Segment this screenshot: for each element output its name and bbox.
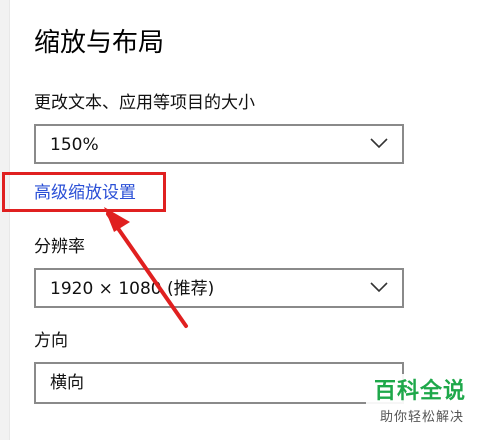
- watermark-title: 百科全说: [374, 379, 467, 404]
- orientation-label: 方向: [34, 331, 68, 351]
- orientation-dropdown[interactable]: 横向: [34, 362, 404, 404]
- section-title: 缩放与布局: [34, 28, 165, 58]
- left-edge-strip: [0, 0, 10, 440]
- chevron-down-icon: [370, 138, 388, 149]
- chevron-down-icon: [370, 282, 388, 293]
- resolution-label: 分辨率: [34, 237, 85, 257]
- resolution-dropdown[interactable]: 1920 × 1080 (推荐): [34, 268, 404, 308]
- resolution-dropdown-value: 1920 × 1080 (推荐): [50, 279, 215, 299]
- orientation-dropdown-value: 横向: [50, 373, 84, 393]
- scale-label: 更改文本、应用等项目的大小: [34, 93, 255, 113]
- scale-dropdown[interactable]: 150%: [34, 124, 404, 164]
- scale-dropdown-value: 150%: [50, 135, 99, 155]
- advanced-scaling-link[interactable]: 高级缩放设置: [34, 182, 136, 204]
- watermark-subtitle: 助你轻松解决: [380, 410, 465, 425]
